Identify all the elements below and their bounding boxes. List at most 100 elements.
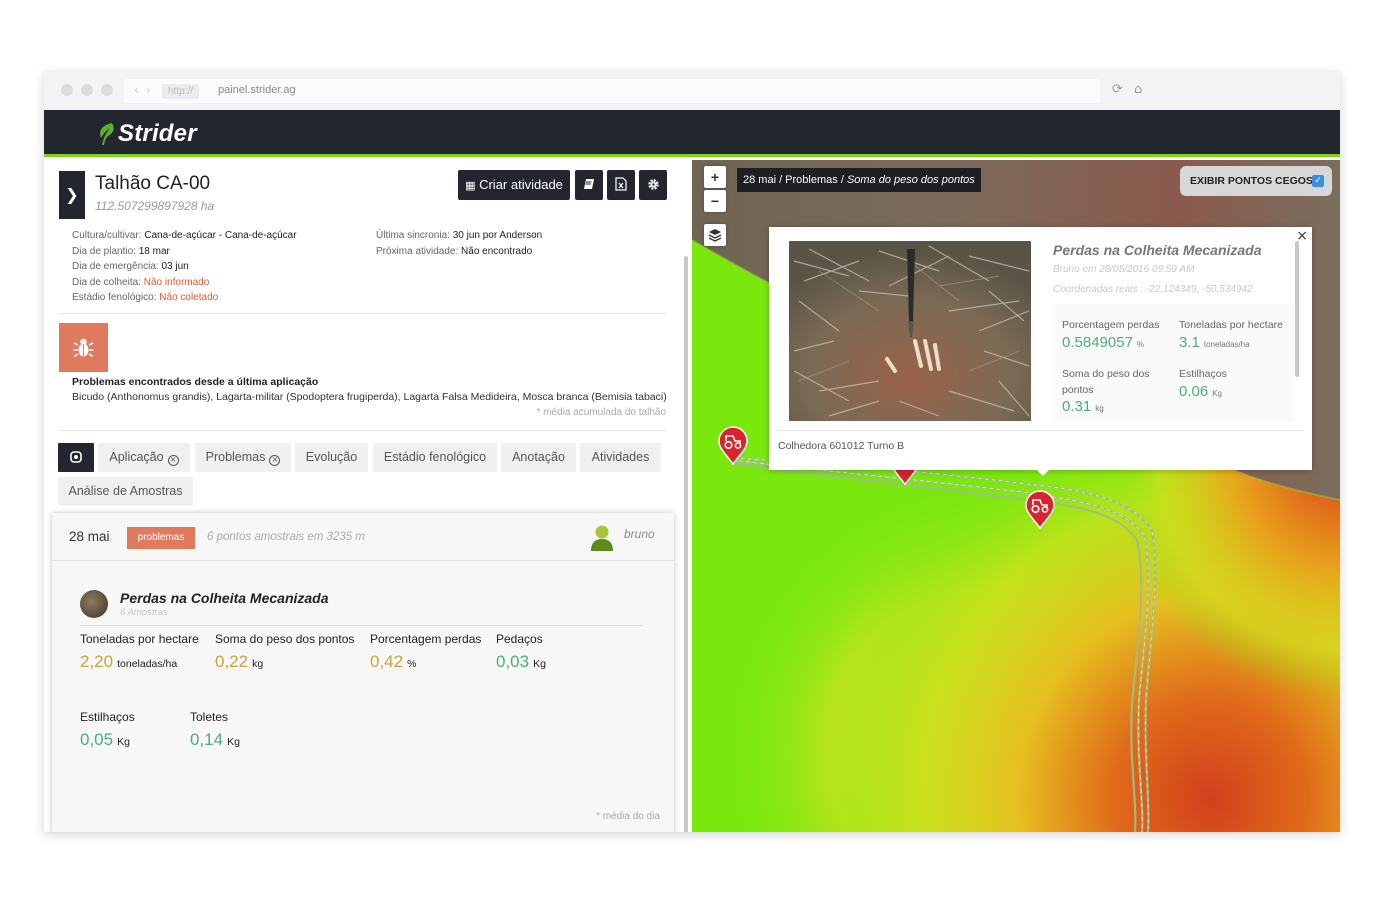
sample-count: 6 Amostras <box>120 607 168 618</box>
metric-label: Estilhaços <box>1179 368 1227 380</box>
browser-window: ‹ › http:// painel.strider.ag ⟳ ⌂ Stride… <box>44 72 1340 832</box>
divider <box>59 313 666 314</box>
info-row-emergence: Dia de emergência: 03 jun <box>72 261 189 272</box>
record-icon <box>70 451 82 463</box>
bug-icon <box>73 338 94 358</box>
tab-estadio-fenologico[interactable]: Estádio fenológico <box>373 443 497 472</box>
info-row-next-activity: Próxima atividade: Não encontrado <box>376 245 533 257</box>
remove-filter-icon[interactable]: × <box>167 455 179 466</box>
sample-popup: × Perdas na Colheita Mecanizada Bruno em… <box>769 227 1312 476</box>
settings-button[interactable] <box>639 170 667 200</box>
user-name[interactable]: bruno <box>624 527 655 541</box>
sample-card: 28 mai problemas 6 pontos amostrais em 3… <box>52 513 674 832</box>
divider <box>80 625 643 626</box>
sample-thumbnail[interactable] <box>80 590 108 618</box>
metric-value: 0,14 Kg <box>190 730 240 749</box>
zoom-out-button[interactable]: − <box>704 190 726 212</box>
gear-icon <box>647 179 659 190</box>
sample-points: 6 pontos amostrais em 3235 m <box>207 531 365 543</box>
tab-problemas[interactable]: Problemas × <box>195 443 291 472</box>
popup-author: Bruno em 28/05/2016 09:59 AM <box>1053 264 1195 275</box>
field-info-left: Cultura/cultivar: Cana-de-açúcar - Cana-… <box>72 228 297 306</box>
divider <box>777 430 1304 431</box>
window-minimize-dot[interactable] <box>81 84 93 96</box>
collapse-panel-button[interactable]: ❯ <box>59 171 85 219</box>
window-close-dot[interactable] <box>61 84 73 96</box>
card-note: * média do dia <box>596 811 660 822</box>
create-activity-label: Criar atividade <box>479 177 563 192</box>
field-info-right: Última sincronia: 30 jun por Anderson Pr… <box>376 228 542 259</box>
app-header: Strider <box>44 110 1340 157</box>
layers-icon <box>708 229 722 242</box>
notebook-button[interactable] <box>575 170 603 200</box>
tab-atividades[interactable]: Atividades <box>580 443 661 472</box>
field-area: 112.507299897928 ha <box>95 199 215 213</box>
leaf-icon <box>100 123 114 145</box>
metric-value: 0,42% <box>370 652 417 671</box>
window-maximize-dot[interactable] <box>101 84 113 96</box>
metric-label: Toletes <box>190 710 229 724</box>
back-icon[interactable]: ‹ <box>134 83 139 97</box>
divider <box>59 430 666 431</box>
layers-button[interactable] <box>704 224 726 246</box>
forward-icon[interactable]: › <box>146 83 151 97</box>
tab-anotacao[interactable]: Anotação <box>501 443 576 472</box>
tab-aplicacao[interactable]: Aplicação × <box>98 443 190 472</box>
book-icon <box>584 179 594 189</box>
metric-value: 0.31 kg <box>1062 398 1104 415</box>
metric-label: Estilhaços <box>80 710 135 724</box>
problems-title: Problemas encontrados desde a última apl… <box>72 376 319 388</box>
problems-badge <box>59 323 108 372</box>
tractor-marker[interactable] <box>1025 490 1055 530</box>
sample-title[interactable]: Perdas na Colheita Mecanizada <box>120 590 329 606</box>
export-excel-button[interactable] <box>607 170 635 200</box>
metric-value: 3.1 toneladas/ha <box>1179 334 1250 351</box>
card-date: 28 mai <box>69 529 110 544</box>
metric-value: 0.5849057% <box>1062 334 1145 351</box>
info-row-last-sync: Última sincronia: 30 jun por Anderson <box>376 230 543 241</box>
address-bar[interactable]: ‹ › http:// painel.strider.ag <box>124 79 1100 103</box>
reload-icon[interactable]: ⟳ <box>1112 82 1123 97</box>
info-row-phenology: Estádio fenológico: Não coletado <box>72 292 219 303</box>
info-row-crop: Cultura/cultivar: Cana-de-açúcar - Cana-… <box>72 230 297 241</box>
problems-list: Bicudo (Anthonomus grandis), Lagarta-mil… <box>72 391 667 403</box>
metric-value: 0,22 kg <box>215 652 264 671</box>
popup-metrics: Porcentagem perdas 0.5849057% Toneladas … <box>1053 304 1293 422</box>
create-activity-button[interactable]: ▦ Criar atividade <box>458 170 570 200</box>
status-badge[interactable]: problemas <box>127 527 195 549</box>
tab-evolucao[interactable]: Evolução <box>295 443 368 472</box>
field-panel: ❯ Talhão CA-00 112.507299897928 ha ▦ Cri… <box>44 160 692 832</box>
strider-logo[interactable]: Strider <box>96 120 197 148</box>
tab-overview[interactable] <box>58 443 94 472</box>
sample-photo[interactable] <box>789 241 1031 421</box>
brand-name: Strider <box>118 120 197 147</box>
sample-photo-image <box>789 241 1031 421</box>
panel-scrollbar[interactable] <box>684 256 688 832</box>
popup-scrollbar[interactable] <box>1295 241 1299 377</box>
browser-chrome: ‹ › http:// painel.strider.ag ⟳ ⌂ <box>44 72 1340 110</box>
url-protocol: http:// <box>162 84 200 99</box>
avatar <box>591 525 613 551</box>
popup-machine: Colhedora 601012 Turno B <box>778 440 905 452</box>
calendar-icon: ▦ <box>465 179 476 192</box>
url-text[interactable]: painel.strider.ag <box>218 84 296 96</box>
map-view[interactable]: + − 28 mai / Problemas / Soma do peso do… <box>692 160 1340 832</box>
info-row-planting: Dia de plantio: 18 mar <box>72 245 170 257</box>
metric-value: 2,20 toneladas/ha <box>80 652 178 671</box>
remove-filter-icon[interactable]: × <box>269 455 281 466</box>
metric-label: Porcentagem perdas <box>1062 319 1160 331</box>
popup-pointer <box>1034 467 1052 476</box>
tractor-marker[interactable] <box>718 426 748 466</box>
home-icon[interactable]: ⌂ <box>1134 82 1142 97</box>
metric-label: Pedaços <box>496 632 543 646</box>
zoom-in-button[interactable]: + <box>704 166 726 188</box>
tab-analise-amostras[interactable]: Análise de Amostras <box>58 477 193 506</box>
metric-label: Porcentagem perdas <box>370 632 482 646</box>
metric-value: 0,05 Kg <box>80 730 130 749</box>
checkbox-checked-icon[interactable]: ✓ <box>1312 175 1324 187</box>
blind-points-toggle[interactable]: EXIBIR PONTOS CEGOS ✓ <box>1180 166 1332 196</box>
metric-label: Soma do peso dos pontos <box>1062 368 1150 396</box>
problems-note: * média acumulada do talhão <box>536 407 666 418</box>
metric-label: Toneladas por hectare <box>80 632 199 646</box>
popup-coordinates: Coordenadas reais : -22,124349, -50,5349… <box>1053 284 1253 295</box>
